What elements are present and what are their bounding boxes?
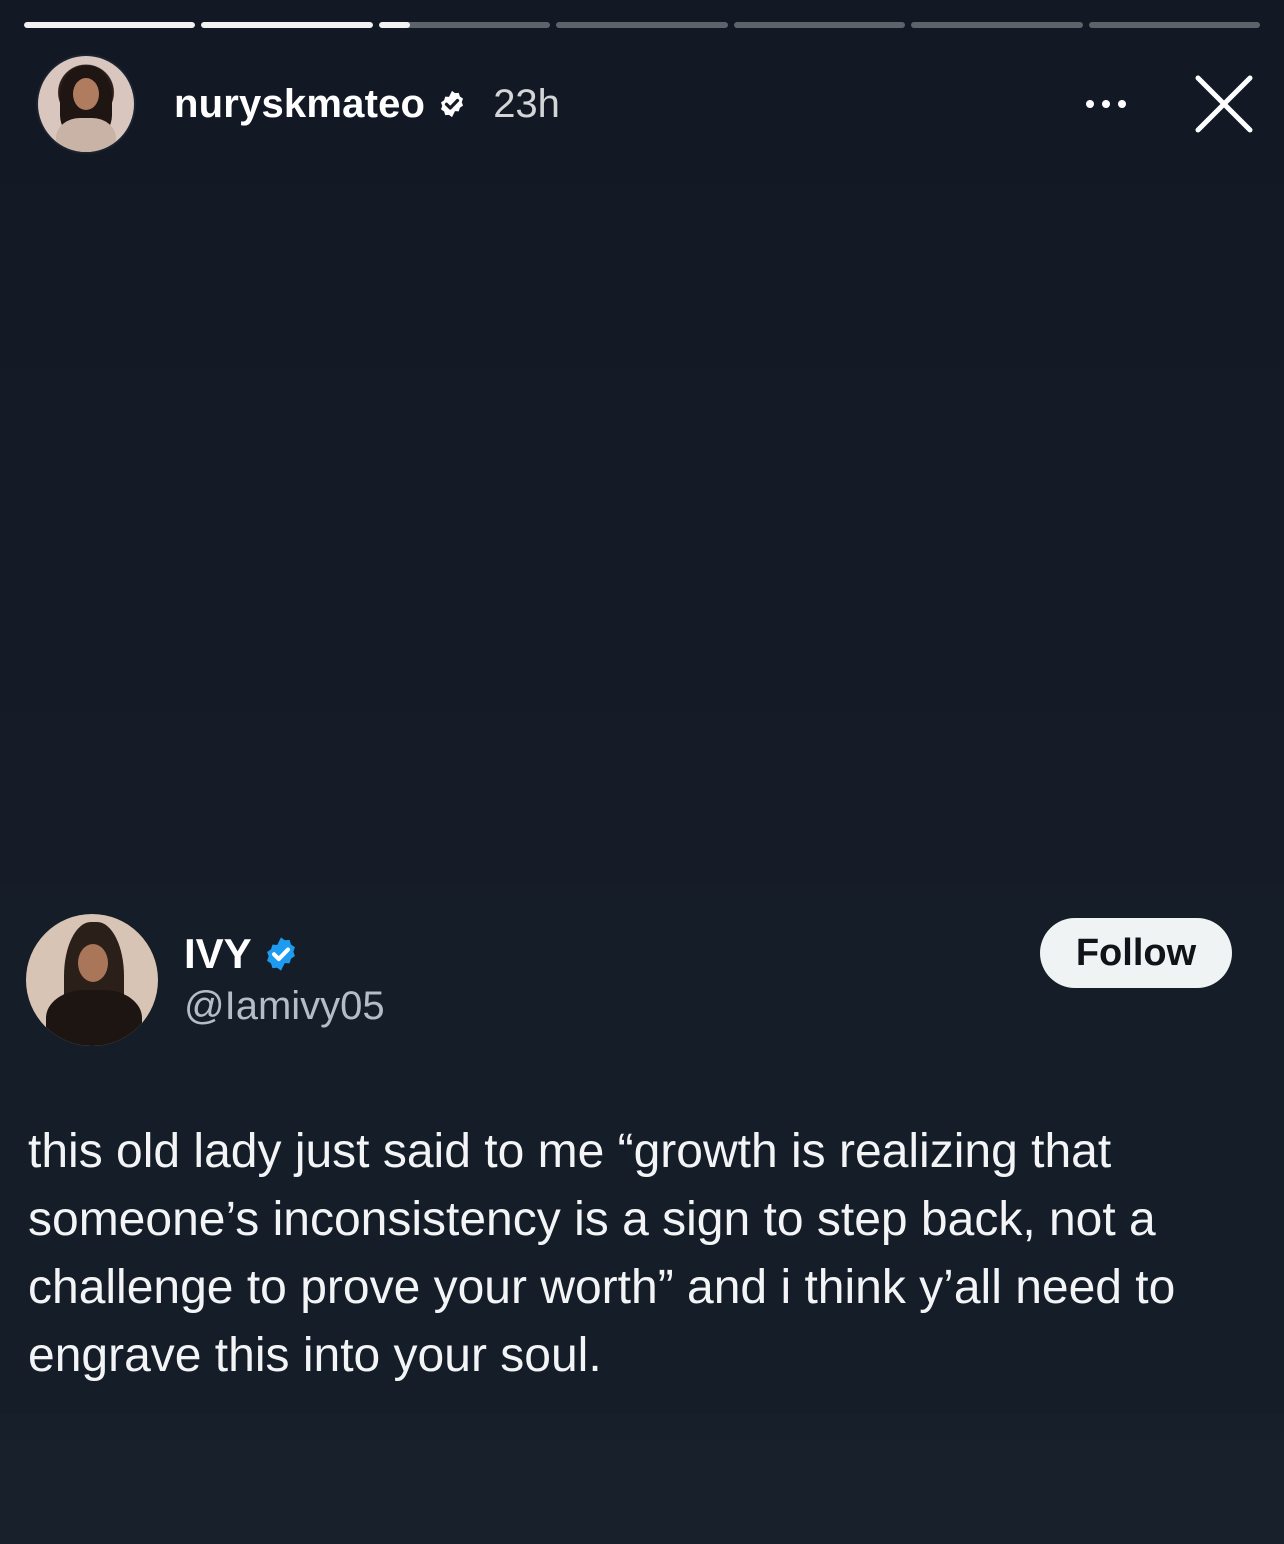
progress-segment — [378, 22, 551, 28]
tweet-author-row: IVY — [184, 930, 300, 978]
more-dot — [1118, 100, 1126, 108]
verified-badge-icon — [441, 90, 464, 118]
progress-segment — [1088, 22, 1260, 28]
progress-segment — [733, 22, 906, 28]
story-author-avatar[interactable] — [36, 54, 136, 154]
more-options-button[interactable] — [1076, 84, 1136, 124]
more-dot — [1102, 100, 1110, 108]
story-timestamp: 23h — [493, 81, 560, 126]
story-header: nuryskmateo 23h — [36, 54, 1256, 154]
verified-badge-icon — [266, 937, 295, 971]
close-button[interactable] — [1192, 72, 1256, 136]
progress-segment — [201, 22, 373, 28]
progress-segment — [24, 22, 196, 28]
tweet-author-name[interactable]: IVY — [184, 930, 252, 978]
close-icon — [1195, 75, 1253, 133]
more-horizontal-icon — [1086, 100, 1094, 108]
progress-segment — [911, 22, 1083, 28]
story-progress-bar — [24, 22, 1260, 29]
tweet-author-avatar[interactable] — [26, 914, 158, 1046]
follow-button[interactable]: Follow — [1040, 918, 1232, 988]
story-viewer[interactable]: nuryskmateo 23h IVY @Iamivy05 Follow thi… — [0, 0, 1284, 1544]
tweet-text: this old lady just said to me “growth is… — [28, 1125, 1176, 1382]
progress-segment — [556, 22, 728, 28]
tweet-author-handle[interactable]: @Iamivy05 — [184, 984, 385, 1029]
story-author-username[interactable]: nuryskmateo — [174, 82, 425, 127]
tweet-card[interactable]: IVY @Iamivy05 Follow this old lady just … — [0, 884, 1284, 1414]
